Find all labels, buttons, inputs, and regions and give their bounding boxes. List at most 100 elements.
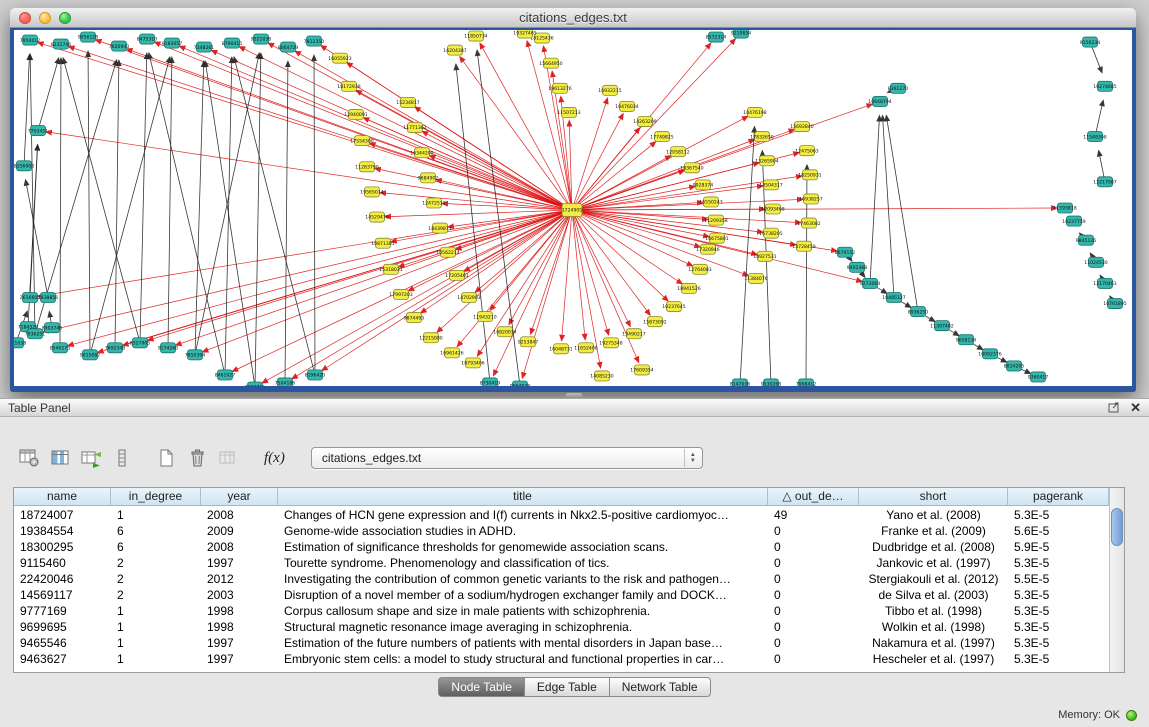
function-builder-icon[interactable]: f(x) [261,446,288,470]
table-row[interactable]: 1456911722003Disruption of a novel membe… [14,587,1109,603]
memory-status-label: Memory: OK [1058,709,1120,721]
table-cell: Hescheler et al. (1997) [859,651,1008,667]
table-cell: 9465546 [14,635,111,651]
graph-node-label: 14529478 [365,215,388,221]
float-panel-icon[interactable] [1108,402,1120,413]
graph-node-label: 9210654 [731,31,752,37]
table-toolbar: f(x) citations_edges.txt ▲ ▼ [18,443,1131,473]
table-cell: 9777169 [14,603,111,619]
table-cell: 5.3E-5 [1008,507,1109,523]
citation-network-graph[interactable]: 1605592318172938129400911755430011283790… [14,30,1132,386]
column-header-short[interactable]: short [859,488,1008,505]
table-cell: 5.3E-5 [1008,619,1109,635]
table-source-dropdown[interactable]: citations_edges.txt ▲ ▼ [311,447,703,469]
graph-node-label: 10274685 [1093,84,1116,90]
graph-node-label: 10476198 [743,110,766,116]
graph-node-label: 16961426 [440,351,463,357]
graph-node-label: 11593818 [1053,206,1076,212]
table-cell: 5.5E-5 [1008,571,1109,587]
network-window: citations_edges.txt 16055923181729381294… [10,8,1136,392]
table-row[interactable]: 2242004622012Investigating the contribut… [14,571,1109,587]
table-cell: 0 [768,603,859,619]
graph-node-label: 12940091 [344,112,367,118]
table-source-value: citations_edges.txt [322,451,421,465]
graph-node-label: 10476034 [615,104,638,110]
table-cell: 1 [111,507,201,523]
table-cell: Franke et al. (2009) [859,523,1008,539]
table-cell: 5.3E-5 [1008,635,1109,651]
table-cell: 19384554 [14,523,111,539]
scrollbar-thumb[interactable] [1111,508,1123,546]
column-header-out_de[interactable]: △ out_de… [768,488,859,505]
graph-node-label: 11024530 [1084,260,1107,266]
graph-node-label: 16932215 [598,88,621,94]
graph-node-label: 8903746 [42,325,63,331]
table-body: 1872400712008Changes of HCN gene express… [14,507,1109,672]
import-table-icon[interactable] [217,446,239,470]
graph-node-label: 13490217 [622,331,645,337]
tab-network-table[interactable]: Network Table [610,677,711,697]
column-header-year[interactable]: year [201,488,278,505]
network-canvas[interactable]: 1605592318172938129400911755430011283790… [14,30,1132,386]
graph-node-label: 17554300 [350,138,373,144]
table-row[interactable]: 1872400712008Changes of HCN gene express… [14,507,1109,523]
graph-node-label: 13265904 [755,158,778,164]
table-cell: 6 [111,539,201,555]
graph-node-label: 12215080 [419,335,442,341]
table-row[interactable]: 946554611997Estimation of the future num… [14,635,1109,651]
graph-node-label: 19327465 [513,31,536,37]
graph-node-label: 19613276 [548,86,571,92]
table-cell: Jankovic et al. (1997) [859,555,1008,571]
graph-node-label: 10237759 [1062,219,1085,225]
table-cell: Stergiakouli et al. (2012) [859,571,1008,587]
zoom-window-icon[interactable] [59,12,71,24]
table-row[interactable]: 969969511998Structural magnetic resonanc… [14,619,1109,635]
table-scrollbar[interactable] [1109,488,1124,672]
graph-node-label: 17463082 [797,221,820,227]
table-panel: Table Panel ✕ f(x) cit [0,398,1149,727]
minimize-window-icon[interactable] [39,12,51,24]
graph-node-label: 7954012 [20,38,41,44]
tab-node-table[interactable]: Node Table [438,677,525,697]
graph-node-label: 15550243 [699,200,722,206]
graph-node-label: 11548308 [1083,134,1106,140]
create-column-icon[interactable] [155,446,177,470]
table-row[interactable]: 1938455462009Genome-wide association stu… [14,523,1109,539]
column-header-pagerank[interactable]: pagerank [1008,488,1109,505]
splitter-handle[interactable] [566,393,582,397]
table-panel-header: Table Panel ✕ [0,399,1149,417]
traffic-lights [19,12,71,24]
graph-node-label: 8540173 [50,345,71,351]
table-mode-icon[interactable] [18,446,40,470]
graph-node-label: 9015082 [80,353,101,359]
window-titlebar[interactable]: citations_edges.txt [10,8,1136,28]
table-cell: 0 [768,635,859,651]
delete-column-icon[interactable] [186,446,208,470]
graph-node-label: 10871301 [371,241,394,247]
refresh-table-icon[interactable] [80,446,102,470]
graph-node-label: 9684902 [418,176,439,182]
graph-node-label: 12170463 [1093,281,1116,287]
row-height-icon[interactable] [111,446,133,470]
table-row[interactable]: 1830029562008Estimation of significance … [14,539,1109,555]
graph-node-label: 8231746 [51,42,72,48]
table-row[interactable]: 977716911998Corpus callosum shape and si… [14,603,1109,619]
table-row[interactable]: 911546021997Tourette syndrome. Phenomeno… [14,555,1109,571]
tab-edge-table[interactable]: Edge Table [525,677,610,697]
graph-node-label: 19565014 [360,190,383,196]
column-header-in_degree[interactable]: in_degree [111,488,201,505]
close-window-icon[interactable] [19,12,31,24]
graph-node-label: 8147036 [730,382,751,386]
table-cell: Estimation of significance thresholds fo… [278,539,768,555]
graph-node-label: 7348261 [194,45,215,51]
column-header-title[interactable]: title [278,488,768,505]
table-row[interactable]: 946362711997Embryonic stem cells: a mode… [14,651,1109,667]
table-cell: 6 [111,523,201,539]
table-cell: Embryonic stem cells: a model to study s… [278,651,768,667]
show-columns-icon[interactable] [49,446,71,470]
close-panel-icon[interactable]: ✕ [1130,402,1141,414]
table-header: namein_degreeyeartitle△ out_de…shortpage… [14,488,1109,506]
column-header-name[interactable]: name [14,488,111,505]
graph-node-label: 8327905 [130,340,151,346]
graph-node-label: 11209358 [704,218,727,224]
